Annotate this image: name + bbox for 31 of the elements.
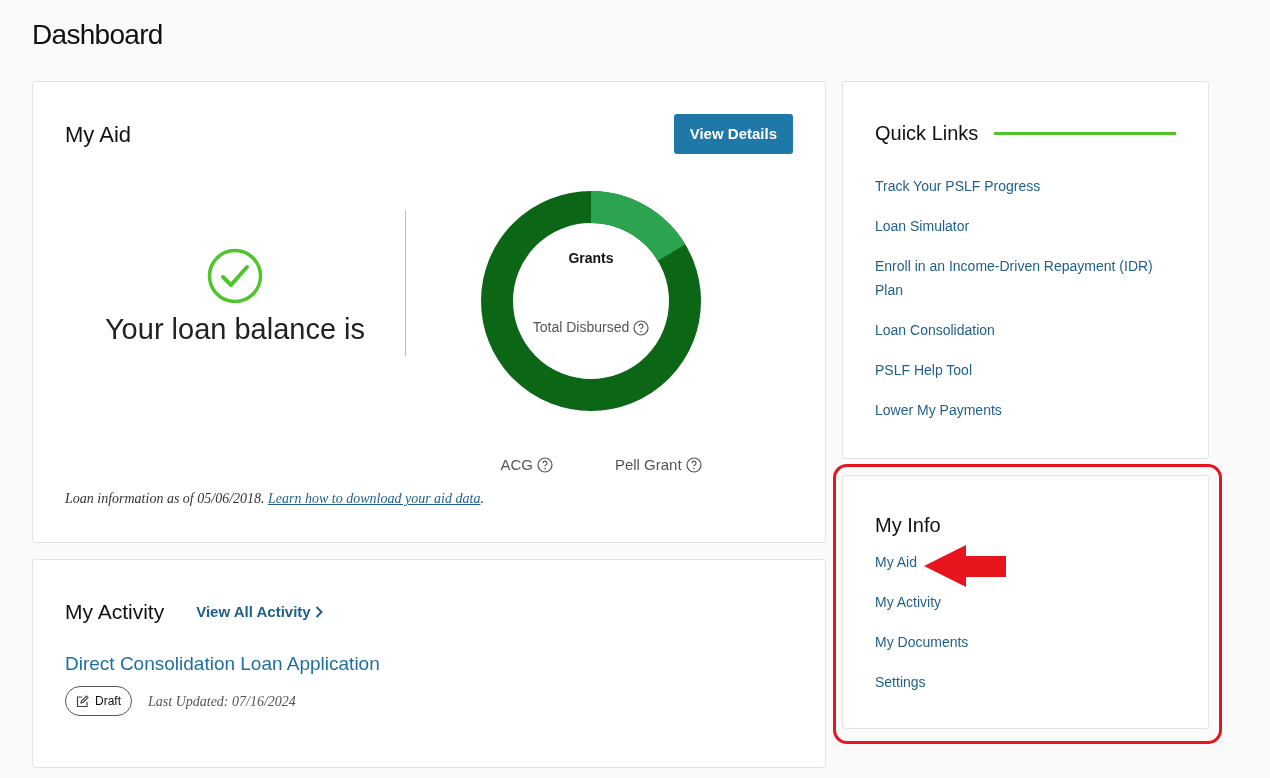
quick-link[interactable]: Track Your PSLF Progress xyxy=(875,174,1176,198)
view-all-activity-link[interactable]: View All Activity xyxy=(196,600,323,623)
help-icon[interactable] xyxy=(633,319,650,336)
card-title: Quick Links xyxy=(875,121,979,146)
legend-label: Pell Grant xyxy=(614,455,682,475)
page-title: Dashboard xyxy=(32,18,163,52)
quick-link[interactable]: Loan Simulator xyxy=(875,214,1176,238)
help-icon[interactable] xyxy=(536,457,553,474)
card-title: My Activity xyxy=(65,599,165,625)
loan-info-note: Loan information as of 05/06/2018. Learn how to download your aid data. xyxy=(65,490,484,508)
help-icon[interactable] xyxy=(685,457,702,474)
my-info-link[interactable]: Settings xyxy=(875,670,926,694)
total-disbursed-label: Total Disbursed xyxy=(532,318,630,337)
my-info-link[interactable]: My Documents xyxy=(875,630,969,654)
card-title: My Aid xyxy=(65,121,132,149)
last-updated-text: Last Updated: 07/16/2024 xyxy=(148,692,296,711)
balance-text: Your loan balance is xyxy=(104,312,366,347)
quick-link[interactable]: Lower My Payments xyxy=(875,398,1176,422)
edit-icon xyxy=(76,694,89,708)
check-circle-icon xyxy=(207,248,263,304)
activity-title-link[interactable]: Direct Consolidation Loan Application xyxy=(65,649,793,678)
my-info-link[interactable]: My Aid xyxy=(875,550,917,574)
legend-label: ACG xyxy=(500,455,533,475)
my-info-link[interactable]: My Activity xyxy=(875,590,942,614)
quick-link[interactable]: Loan Consolidation xyxy=(875,318,1176,342)
view-details-button[interactable]: View Details xyxy=(673,114,793,154)
donut-label: Grants xyxy=(567,249,615,268)
chevron-right-icon xyxy=(314,605,323,618)
card-title: My Info xyxy=(875,513,942,538)
quick-link[interactable]: Enroll in an Income-Driven Repayment (IDR) Plan xyxy=(875,254,1176,302)
quick-link[interactable]: PSLF Help Tool xyxy=(875,358,1176,382)
